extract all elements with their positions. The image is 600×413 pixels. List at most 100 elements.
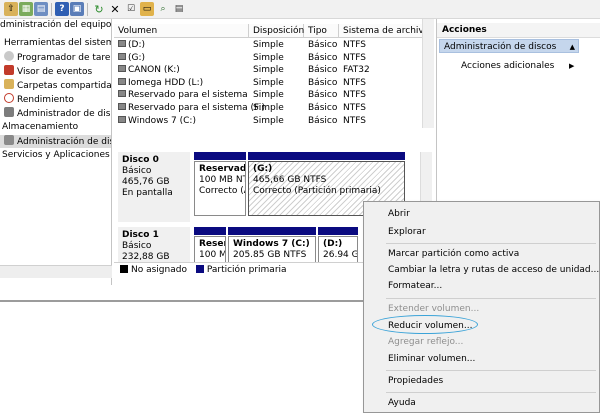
menu-item-properties[interactable]: Propiedades (388, 374, 443, 388)
toolbar: ⇧ ▦ ▤ ? ▣ ↻ ✕ ☑ ▭ ⌕ ▤ (0, 0, 600, 19)
event-viewer-icon (4, 65, 14, 75)
table-row[interactable]: Iomega HDD (L:) Simple Básico NTFS (114, 77, 434, 90)
table-cell: NTFS (339, 89, 366, 102)
submenu-arrow-icon: ▶ (569, 62, 575, 70)
disk-type: Básico (122, 241, 152, 251)
tree-item-performance[interactable]: Rendimiento (0, 93, 74, 106)
table-cell: NTFS (339, 102, 366, 115)
help-toggle-icon[interactable]: ▣ (70, 2, 84, 16)
tree-item-task-scheduler[interactable]: Programador de tareas (0, 51, 112, 64)
search-icon[interactable]: ⌕ (156, 2, 170, 16)
tree-item-computer-management[interactable]: dministración del equipo (loc (0, 19, 112, 32)
cell-text: Básico (308, 115, 338, 126)
table-cell: NTFS (339, 39, 366, 52)
column-header-filesystem[interactable]: Sistema de archivos (339, 24, 434, 38)
menu-item-delete-volume[interactable]: Eliminar volumen... (388, 352, 475, 366)
table-row[interactable]: Windows 7 (C:) Simple Básico NTFS (114, 115, 434, 128)
drive-icon (118, 103, 126, 110)
properties-icon[interactable]: ▤ (34, 2, 48, 16)
clock-icon (4, 51, 14, 61)
volume-name-cell: (G:) (114, 52, 145, 65)
tree-item-services[interactable]: Servicios y Aplicaciones (0, 149, 110, 162)
cell-text: Simple (253, 90, 284, 101)
menu-item-add-mirror: Agregar reflejo... (388, 337, 464, 347)
table-row[interactable]: (D:) Simple Básico NTFS (114, 39, 434, 52)
cell-text: Windows 7 (C:) (128, 115, 196, 126)
partition-title: Reservad (199, 164, 246, 174)
tree-item-label: dministración del equipo (loc (0, 20, 112, 30)
table-row[interactable]: (G:) Simple Básico NTFS (114, 52, 434, 65)
disk-management-icon (4, 135, 14, 145)
menu-item-change-letter[interactable]: Cambiar la letra y rutas de acceso de un… (388, 263, 599, 277)
tree-horizontal-scrollbar[interactable] (0, 265, 112, 278)
save-icon[interactable]: ▭ (140, 2, 154, 16)
partition-title: Windows 7 (C:) (233, 239, 310, 249)
additional-actions-label: Acciones adicionales (461, 61, 555, 71)
volume-name-cell: (D:) (114, 39, 145, 52)
partition-size: 100 MB NT (199, 175, 246, 185)
performance-icon (4, 93, 14, 103)
volume-name-cell: Reservado para el sistema (114, 89, 248, 102)
tree-item-storage[interactable]: Almacenamiento (0, 121, 78, 134)
unallocated-swatch (120, 265, 128, 273)
tree-item-label: Administración de disco (17, 137, 111, 147)
open-icon[interactable]: ☑ (124, 2, 138, 16)
menu-item-help[interactable]: Ayuda (388, 396, 416, 410)
table-row[interactable]: CANON (K:) Simple Básico FAT32 (114, 64, 434, 77)
column-header-type[interactable]: Tipo (304, 24, 339, 38)
drive-icon (118, 40, 126, 47)
tree-item-device-manager[interactable]: Administrador de dispo (0, 107, 111, 120)
disk-0-label[interactable]: Disco 0 Básico 465,76 GB En pantalla (118, 152, 190, 222)
table-cell: Simple (249, 77, 284, 90)
volume-list: Volumen Disposición Tipo Sistema de arch… (114, 19, 434, 128)
cell-text: Reservado para el sistema (128, 90, 248, 101)
tree-item-disk-management[interactable]: Administración de disco (0, 135, 111, 148)
options-icon[interactable]: ▤ (172, 2, 186, 16)
table-cell: Simple (249, 64, 284, 77)
cell-text: Básico (308, 103, 338, 113)
cell-text: Básico (308, 65, 338, 76)
up-folder-icon[interactable]: ⇧ (4, 2, 18, 16)
table-cell: Básico (304, 39, 337, 52)
partition-title: Reser (199, 239, 226, 249)
delete-icon[interactable]: ✕ (108, 2, 122, 16)
refresh-icon[interactable]: ↻ (92, 2, 106, 16)
menu-item-explore[interactable]: Explorar (388, 225, 426, 239)
tree-item-label: Almacenamiento (2, 122, 79, 132)
navigation-tree: dministración del equipo (loc Herramient… (0, 19, 112, 285)
tree-item-label: Rendimiento (17, 95, 74, 105)
disk-status: En pantalla (122, 188, 173, 198)
tree-toggle-icon[interactable]: ▦ (19, 2, 33, 16)
actions-selected-item[interactable]: Administración de discos ▲ (439, 39, 579, 53)
table-cell: Básico (304, 89, 337, 102)
legend-primary: Partición primaria (206, 265, 287, 275)
tree-item-event-viewer[interactable]: Visor de eventos (0, 65, 92, 78)
tree-item-label: Servicios y Aplicaciones (2, 150, 110, 160)
tree-item-label: Programador de tareas (17, 53, 112, 63)
table-cell: NTFS (339, 52, 366, 65)
menu-item-open[interactable]: Abrir (388, 207, 410, 221)
menu-item-format[interactable]: Formatear... (388, 279, 442, 293)
table-row[interactable]: Reservado para el sistema Simple Básico NTF… (114, 89, 434, 102)
table-cell: Simple (249, 102, 284, 115)
help-icon[interactable]: ? (55, 2, 69, 16)
cell-text: Simple (253, 77, 284, 88)
cell-text: Iomega HDD (L:) (128, 77, 204, 88)
menu-item-mark-active[interactable]: Marcar partición como activa (388, 247, 519, 261)
volume-list-scrollbar[interactable] (422, 19, 434, 128)
table-row[interactable]: Reservado para el sistema (F:) Simple Bási… (114, 102, 434, 115)
tree-item-system-tools[interactable]: Herramientas del sistema (0, 37, 111, 50)
actions-selected-label: Administración de discos (444, 42, 557, 52)
partition-system-reserved[interactable]: Reservad 100 MB NT Correcto (A (194, 161, 246, 216)
table-cell: NTFS (339, 115, 366, 128)
table-cell: NTFS (339, 77, 366, 90)
additional-actions[interactable]: Acciones adicionales ▶ (461, 59, 581, 73)
cell-text: Simple (253, 40, 284, 50)
volume-name-cell: CANON (K:) (114, 64, 180, 77)
column-header-volume[interactable]: Volumen (114, 24, 249, 38)
partition-size: 205.85 GB NTFS (233, 250, 307, 260)
cell-text: Simple (253, 52, 284, 63)
tree-item-label: Visor de eventos (17, 67, 93, 77)
tree-item-shared-folders[interactable]: Carpetas compartidas (0, 79, 111, 92)
column-header-layout[interactable]: Disposición (249, 24, 304, 38)
